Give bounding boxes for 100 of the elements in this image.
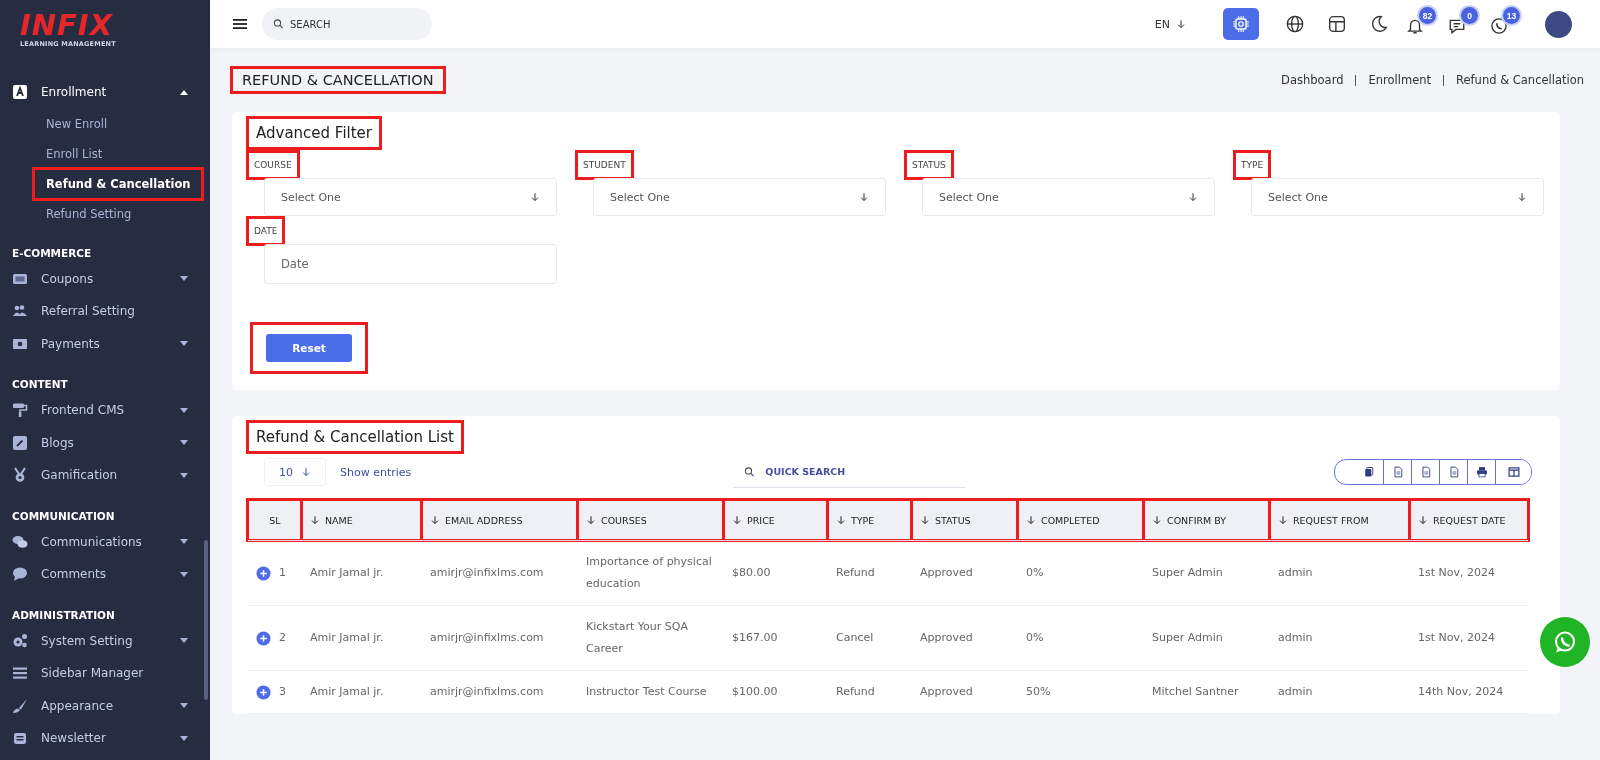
breadcrumb-link[interactable]: Refund & Cancellation	[1456, 73, 1584, 87]
table-cell-text: Approved	[920, 565, 973, 581]
columns-icon	[1507, 466, 1520, 478]
column-header[interactable]: TYPE	[828, 500, 912, 540]
paint-roller-icon	[12, 402, 28, 419]
sidebar-item[interactable]: Enrollment	[0, 76, 210, 109]
table-cell-text: admin	[1278, 684, 1313, 700]
notifications-button[interactable]: 82	[1404, 5, 1438, 43]
down-arrow-icon	[1188, 191, 1198, 203]
sort-arrow-icon	[1418, 514, 1428, 526]
language-selector[interactable]: EN	[1148, 16, 1192, 32]
sidebar-item[interactable]: Payments	[0, 327, 210, 360]
sidebar-item[interactable]: Appearance	[0, 689, 210, 722]
table-cell-text: Super Admin	[1152, 565, 1223, 581]
table-cell-text: amirjr@infixlms.com	[430, 630, 544, 646]
whatsapp-button[interactable]	[1540, 617, 1590, 667]
table-cell-text: Kickstart Your SQA Career	[586, 619, 689, 657]
chat-button[interactable]: 13	[1488, 5, 1522, 43]
field-label: DATE	[248, 218, 284, 244]
table-cell-text: Refund	[836, 565, 875, 581]
sort-arrow-icon	[920, 514, 930, 526]
table-cell-text: Refund	[836, 684, 875, 700]
sidebar-subitem[interactable]: Enroll List	[34, 138, 115, 169]
select-dropdown[interactable]: Select One	[264, 178, 557, 216]
column-header[interactable]: REQUEST DATE	[1410, 500, 1528, 540]
column-header[interactable]: CONFIRM BY	[1144, 500, 1270, 540]
sidebar-item[interactable]: System Setting	[0, 624, 210, 657]
sidebar-item[interactable]: Coupons	[0, 262, 210, 295]
column-header[interactable]: COURSES	[578, 500, 724, 540]
bell-icon	[1406, 17, 1424, 35]
card-title: Advanced Filter	[248, 118, 380, 148]
table-cell-text: Approved	[920, 630, 973, 646]
sidebar-subitem[interactable]: Refund & Cancellation	[34, 168, 203, 199]
avatar[interactable]	[1545, 10, 1572, 38]
select-dropdown[interactable]: Select One	[1251, 178, 1544, 216]
down-arrow-icon	[859, 191, 869, 203]
chip-icon	[1232, 15, 1250, 33]
down-arrow-icon	[1517, 191, 1527, 203]
sidebar-section-heading: ADMINISTRATION	[11, 607, 116, 623]
messages-button[interactable]: 0	[1446, 5, 1480, 43]
page-size-select[interactable]: 10	[264, 458, 326, 486]
column-header[interactable]: PRICE	[724, 500, 828, 540]
column-header[interactable]: COMPLETED	[1018, 500, 1144, 540]
show-entries-label: Show entries	[340, 465, 412, 479]
export-button[interactable]	[1495, 460, 1531, 484]
sidebar-item[interactable]: Blogs	[0, 426, 210, 459]
menu-icon	[232, 16, 248, 32]
chip-button[interactable]	[1223, 8, 1259, 40]
date-field[interactable]: Date	[264, 244, 557, 284]
select-dropdown[interactable]: Select One	[922, 178, 1215, 216]
sidebar-subitem[interactable]: New Enroll	[34, 108, 120, 139]
globe-button[interactable]	[1284, 13, 1306, 35]
table-cell-text: Amir Jamal jr.	[310, 565, 384, 581]
globe-icon	[1286, 15, 1304, 33]
sidebar-item[interactable]: Newsletter	[0, 722, 210, 755]
table-cell-text: 3	[279, 684, 286, 700]
medal-icon	[12, 467, 28, 484]
sidebar-section-heading: E-COMMERCE	[11, 245, 93, 261]
table-cell-text: admin	[1278, 565, 1313, 581]
table-cell-text: 1st Nov, 2024	[1418, 630, 1495, 646]
layout-icon	[1328, 15, 1346, 33]
table-cell-text: 14th Nov, 2024	[1418, 684, 1504, 700]
table-cell-text: $80.00	[732, 565, 771, 581]
breadcrumb-link[interactable]: Enrollment	[1368, 73, 1431, 87]
column-header[interactable]: NAME	[302, 500, 422, 540]
count-badge: 82	[1419, 7, 1436, 24]
sidebar-item[interactable]: Referral Setting	[0, 295, 210, 328]
table-cell-text: Super Admin	[1152, 630, 1223, 646]
table-cell-text: 50%	[1026, 684, 1051, 700]
column-header[interactable]: STATUS	[912, 500, 1018, 540]
scrollbar-thumb[interactable]	[204, 540, 208, 700]
column-header[interactable]: REQUEST FROM	[1270, 500, 1410, 540]
sidebar-item[interactable]: Gamification	[0, 459, 210, 492]
column-header[interactable]: SL	[248, 500, 302, 540]
table-cell-text: Importance of physical education	[586, 554, 713, 592]
card-title: Refund & Cancellation List	[248, 422, 462, 452]
sidebar-item[interactable]: Sidebar Manager	[0, 657, 210, 690]
gears-icon	[12, 632, 28, 649]
sort-arrow-icon	[1026, 514, 1036, 526]
sort-arrow-icon	[430, 514, 440, 526]
field-label: COURSE	[248, 152, 298, 178]
sort-arrow-icon	[1152, 514, 1162, 526]
select-dropdown[interactable]: Select One	[593, 178, 886, 216]
sidebar-item[interactable]: Communications	[0, 525, 210, 558]
sidebar-item[interactable]: Comments	[0, 558, 210, 591]
layout-button[interactable]	[1326, 13, 1348, 35]
field-label: STUDENT	[577, 152, 632, 178]
column-header[interactable]: EMAIL ADDRESS	[422, 500, 578, 540]
breadcrumb-link[interactable]: Dashboard	[1281, 73, 1344, 87]
sidebar-subitem[interactable]: Refund Setting	[34, 198, 144, 229]
sort-arrow-icon	[586, 514, 596, 526]
reset-button[interactable]: Reset	[266, 334, 352, 362]
sort-arrow-icon	[1278, 514, 1288, 526]
table-cell-text: $167.00	[732, 630, 778, 646]
table-cell-text: Amir Jamal jr.	[310, 630, 384, 646]
speech-bubble-icon	[12, 566, 28, 583]
letter-a-icon	[12, 84, 28, 101]
search-field[interactable]: SEARCH	[262, 8, 432, 40]
down-arrow-icon	[530, 191, 540, 203]
sidebar-item[interactable]: Frontend CMS	[0, 394, 210, 427]
